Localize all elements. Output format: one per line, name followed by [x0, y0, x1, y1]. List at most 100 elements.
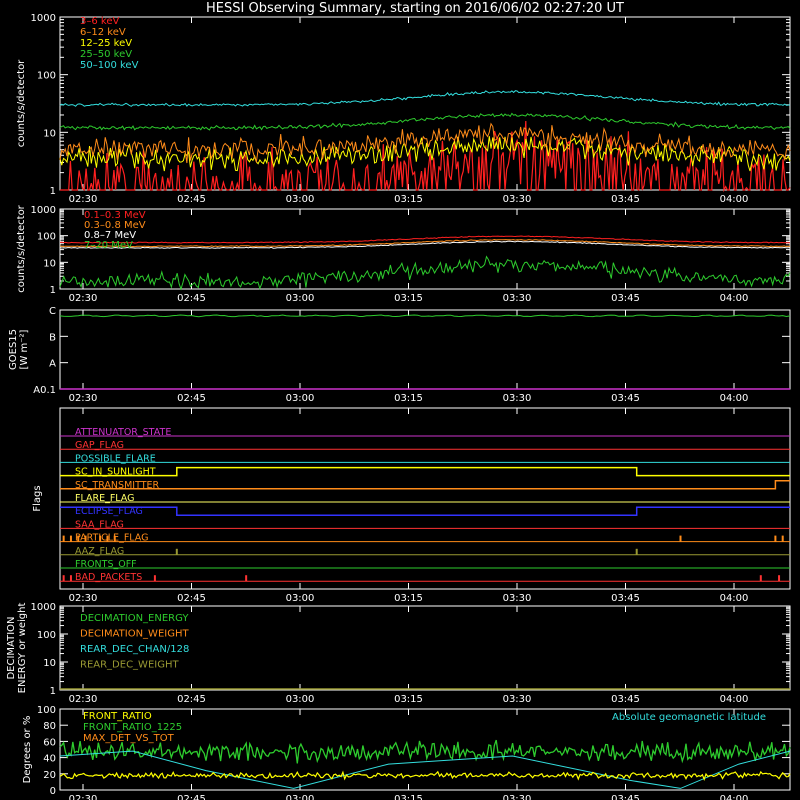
y-tick-label: 10 — [43, 658, 56, 669]
x-tick-label: 02:30 — [69, 194, 98, 205]
y-tick-label: 60 — [43, 737, 56, 748]
legend-entry: 3–6 keV — [80, 16, 119, 27]
legend-entry: REAR_DEC_CHAN/128 — [80, 644, 189, 655]
flag-line — [60, 466, 790, 477]
legend-entry: 6–12 keV — [80, 27, 126, 38]
x-tick-label: 02:30 — [69, 593, 98, 604]
x-tick-label: 04:00 — [720, 593, 749, 604]
y-axis-label: [W m⁻²] — [19, 329, 30, 369]
panel-low_energy: 02:30 02:45 03:00 03:15 03:30 03:45 04:00 1 10 10… — [16, 13, 791, 205]
series-line — [60, 120, 791, 193]
x-tick-label: 02:30 — [69, 694, 98, 705]
x-tick-label: 03:00 — [286, 194, 315, 205]
legend-entry: DECIMATION_WEIGHT — [80, 629, 189, 640]
x-tick-label: 02:45 — [177, 293, 206, 304]
x-tick-label: 04:00 — [720, 794, 749, 800]
x-tick-label: 03:15 — [394, 694, 423, 705]
panel-ratios: 02:30 02:45 03:00 03:15 03:30 03:45 04:00 0 20 40… — [22, 705, 791, 800]
y-tick-label: 100 — [37, 71, 56, 82]
y-tick-label: 80 — [43, 721, 56, 732]
x-tick-label: 04:00 — [720, 393, 749, 404]
geomagnetic-latitude-line — [59, 750, 791, 789]
x-tick-label: 03:45 — [611, 194, 640, 205]
x-tick-label: 03:15 — [394, 293, 423, 304]
y-axis-label: DECIMATION — [6, 616, 17, 679]
y-tick-label: 1000 — [31, 205, 56, 216]
y-tick-label: A — [49, 359, 56, 370]
y-axis-label: Degrees or % — [22, 716, 33, 784]
legend-entry: MAX_DET_VS_TOT — [83, 733, 175, 744]
y-tick-label: 1000 — [31, 602, 56, 613]
series-line — [59, 770, 791, 782]
series-line — [59, 255, 791, 291]
flag-line — [60, 506, 790, 516]
x-tick-label: 03:30 — [503, 293, 532, 304]
x-tick-label: 03:45 — [611, 593, 640, 604]
x-tick-label: 03:00 — [286, 593, 315, 604]
y-tick-label: A0.1 — [33, 385, 56, 396]
y-tick-label: 10 — [43, 128, 56, 139]
panel-high_energy: 02:30 02:45 03:00 03:15 03:30 03:45 04:00 1 10 10… — [16, 204, 791, 304]
y-axis-label: counts/s/detector — [16, 204, 27, 292]
x-tick-label: 03:30 — [503, 393, 532, 404]
series-line — [59, 90, 791, 107]
y-axis-label: counts/s/detector — [16, 59, 27, 147]
panel-flags: 02:30 02:45 03:00 03:15 03:30 03:45 04:00 Flags… — [32, 407, 791, 604]
y-axis-label: GOES15 — [8, 329, 19, 370]
series-line — [59, 112, 791, 131]
x-tick-label: 03:15 — [394, 194, 423, 205]
x-tick-label: 02:30 — [69, 794, 98, 800]
y-tick-label: 20 — [43, 770, 56, 781]
x-tick-label: 03:30 — [503, 694, 532, 705]
x-tick-label: 03:00 — [286, 794, 315, 800]
y-tick-label: 0 — [50, 786, 56, 797]
x-tick-label: 03:15 — [394, 593, 423, 604]
legend-entry: 50–100 keV — [80, 60, 139, 71]
x-tick-label: 02:45 — [177, 393, 206, 404]
x-tick-label: 02:30 — [69, 393, 98, 404]
x-tick-label: 02:45 — [177, 794, 206, 800]
panel-decimation: 02:30 02:45 03:00 03:15 03:30 03:45 04:00 1 10 10… — [6, 602, 791, 705]
y-axis-label: ENERGY or weight — [17, 603, 28, 694]
x-tick-label: 02:45 — [177, 593, 206, 604]
x-tick-label: 02:45 — [177, 194, 206, 205]
x-tick-label: 02:30 — [69, 293, 98, 304]
y-tick-label: 1 — [50, 686, 56, 697]
series-line — [59, 314, 791, 318]
y-tick-label: B — [49, 332, 56, 343]
x-tick-label: 03:15 — [394, 393, 423, 404]
x-tick-label: 03:00 — [286, 293, 315, 304]
y-tick-label: 1 — [50, 285, 56, 296]
observing-summary-figure: HESSI Observing Summary, starting on 201… — [6, 1, 791, 800]
x-tick-label: 03:00 — [286, 393, 315, 404]
y-tick-label: 100 — [37, 630, 56, 641]
x-tick-label: 03:45 — [611, 794, 640, 800]
x-tick-label: 03:15 — [394, 794, 423, 800]
x-tick-label: 04:00 — [720, 194, 749, 205]
x-tick-label: 03:30 — [503, 194, 532, 205]
y-tick-label: 100 — [37, 705, 56, 716]
legend-entry: DECIMATION_ENERGY — [80, 613, 189, 624]
y-tick-label: 10 — [43, 258, 56, 269]
x-tick-label: 03:45 — [611, 293, 640, 304]
y-axis-label: Flags — [32, 485, 43, 511]
x-tick-label: 04:00 — [720, 694, 749, 705]
x-tick-label: 04:00 — [720, 293, 749, 304]
legend-entry: FRONT_RATIO — [83, 711, 152, 722]
x-tick-label: 03:30 — [503, 794, 532, 800]
x-tick-label: 03:30 — [503, 593, 532, 604]
legend-entry: 7–20 MeV — [84, 240, 133, 251]
right-annotation: Absolute geomagnetic latitude — [612, 712, 766, 723]
x-tick-label: 03:45 — [611, 694, 640, 705]
legend-entry: FRONT_RATIO_1225 — [83, 722, 182, 733]
plot-frame — [59, 16, 791, 191]
panel-goes: 02:30 02:45 03:00 03:15 03:30 03:45 04:00 A0.1 A… — [8, 306, 791, 404]
y-tick-label: 40 — [43, 754, 56, 765]
legend-entry: 12–25 keV — [80, 38, 132, 49]
y-tick-label: 1000 — [31, 13, 56, 24]
figure-title: HESSI Observing Summary, starting on 201… — [206, 1, 624, 16]
legend-entry: REAR_DEC_WEIGHT — [80, 660, 179, 671]
x-tick-label: 02:45 — [177, 694, 206, 705]
y-tick-label: 1 — [50, 186, 56, 197]
x-tick-label: 03:00 — [286, 694, 315, 705]
